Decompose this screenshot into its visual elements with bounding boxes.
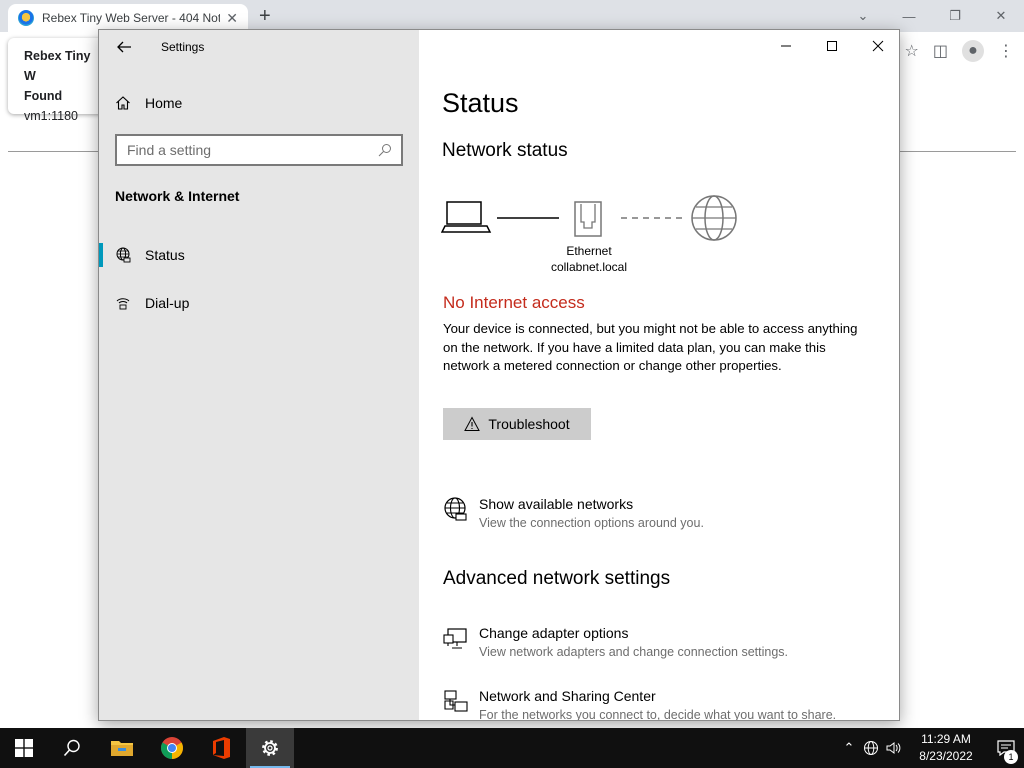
available-networks-icon [444, 497, 467, 521]
clock[interactable]: 11:29 AM 8/23/2022 [910, 731, 982, 765]
network-tray-icon[interactable] [860, 740, 882, 756]
clock-date: 8/23/2022 [919, 749, 973, 763]
adapter-monitor-icon [443, 628, 467, 649]
app-title: Settings [161, 40, 205, 54]
adapter-options-subtitle: View network adapters and change connect… [479, 645, 788, 659]
clock-time: 11:29 AM [921, 732, 971, 746]
sidebar-item-status[interactable]: Status [99, 237, 419, 273]
browser-window-controls: ⌄ — ❐ ✕ [840, 0, 1024, 32]
home-label: Home [145, 95, 183, 111]
search-icon[interactable] [373, 138, 397, 162]
file-explorer-icon [111, 741, 133, 756]
tab-close-icon[interactable]: ✕ [226, 10, 238, 27]
back-arrow-icon[interactable] [115, 38, 133, 56]
browser-minimize-icon[interactable]: — [886, 0, 932, 32]
adapter-name: Ethernet [566, 244, 612, 258]
connection-state: No Internet access [443, 293, 585, 312]
settings-nav-pane: Settings Home Network & Internet Status [99, 30, 419, 720]
tab-title: Rebex Tiny Web Server - 404 Not Found [42, 11, 221, 25]
chrome-icon [161, 737, 183, 759]
show-hidden-icons-icon[interactable]: ⌃ [838, 740, 860, 756]
sidebar-item-label: Status [145, 247, 185, 263]
bookmark-star-icon[interactable]: ☆ [905, 41, 919, 61]
file-explorer-button[interactable] [98, 728, 146, 768]
maximize-icon[interactable] [809, 30, 855, 62]
dialup-icon [116, 298, 130, 310]
start-icon [15, 739, 33, 757]
browser-tab-bar: Rebex Tiny Web Server - 404 Not Found ✕ … [0, 0, 1024, 32]
sidebar-item-label: Dial-up [145, 295, 190, 311]
chrome-button[interactable] [148, 728, 196, 768]
laptop-icon [441, 201, 492, 233]
adapter-label: Ethernet collabnet.local [539, 243, 639, 275]
taskbar-search-button[interactable] [48, 728, 96, 768]
office-button[interactable] [197, 728, 245, 768]
browser-tab[interactable]: Rebex Tiny Web Server - 404 Not Found ✕ [8, 4, 248, 32]
settings-search [115, 134, 403, 166]
search-icon [63, 739, 80, 757]
browser-toolbar-actions: ☆ ◫ ● ⋮ [905, 40, 1014, 62]
section-heading: Network & Internet [115, 188, 240, 204]
tab-search-icon[interactable]: ⌄ [840, 0, 886, 32]
minimize-icon[interactable] [763, 30, 809, 62]
start-button[interactable] [0, 728, 48, 768]
home-nav-item[interactable]: Home [115, 92, 182, 114]
ethernet-icon [574, 201, 602, 237]
search-input[interactable] [127, 142, 373, 158]
sharing-center-link[interactable]: Network and Sharing Center For the netwo… [443, 687, 837, 721]
settings-taskbar-button[interactable] [246, 728, 294, 768]
page-title: Status [442, 88, 519, 118]
settings-gear-icon [262, 740, 278, 756]
browser-menu-icon[interactable]: ⋮ [998, 41, 1014, 61]
browser-close-icon[interactable]: ✕ [978, 0, 1024, 32]
sidebar-item-dial-up[interactable]: Dial-up [99, 285, 419, 321]
settings-content: Status Network status Ethernet collabnet… [419, 30, 899, 721]
troubleshoot-label: Troubleshoot [488, 416, 570, 432]
settings-window: Settings Home Network & Internet Status [98, 29, 900, 721]
show-networks-link[interactable]: Show available networks View the connect… [443, 495, 704, 533]
show-networks-title: Show available networks [479, 496, 634, 512]
change-adapter-options-link[interactable]: Change adapter options View network adap… [443, 624, 788, 662]
system-tray: ⌃ 11:29 AM 8/23/2022 1 [838, 728, 1024, 768]
action-center-button[interactable]: 1 [988, 740, 1024, 764]
volume-icon[interactable] [882, 740, 904, 756]
new-tab-button[interactable]: + [259, 5, 271, 28]
hover-card-title-1: Rebex Tiny W [24, 49, 91, 83]
taskbar: ⌃ 11:29 AM 8/23/2022 1 [0, 728, 1024, 768]
adapter-options-title: Change adapter options [479, 625, 629, 641]
settings-window-controls [763, 30, 899, 62]
hover-card-url: vm1:1180 [24, 109, 78, 123]
network-status-heading: Network status [442, 140, 568, 161]
active-indicator [99, 243, 103, 267]
notification-count-badge: 1 [1004, 750, 1018, 764]
office-icon [213, 737, 230, 759]
connection-description: Your device is connected, but you might … [443, 321, 858, 373]
rebex-favicon-icon [18, 10, 34, 26]
advanced-heading: Advanced network settings [443, 568, 671, 589]
sharing-center-icon [444, 690, 468, 712]
show-networks-subtitle: View the connection options around you. [479, 516, 704, 530]
home-icon [116, 96, 130, 110]
close-icon[interactable] [855, 30, 899, 62]
warning-icon [464, 416, 481, 432]
internet-globe-icon [691, 195, 737, 241]
side-panel-icon[interactable]: ◫ [933, 41, 948, 61]
profile-avatar-icon[interactable]: ● [962, 40, 984, 62]
globe-icon [116, 247, 131, 263]
sharing-center-title: Network and Sharing Center [479, 688, 656, 704]
troubleshoot-button[interactable]: Troubleshoot [443, 408, 591, 440]
hover-card-title-2: Found [24, 89, 63, 103]
browser-restore-icon[interactable]: ❐ [932, 0, 978, 32]
sharing-center-subtitle: For the networks you connect to, decide … [479, 708, 837, 721]
network-name: collabnet.local [550, 260, 628, 274]
